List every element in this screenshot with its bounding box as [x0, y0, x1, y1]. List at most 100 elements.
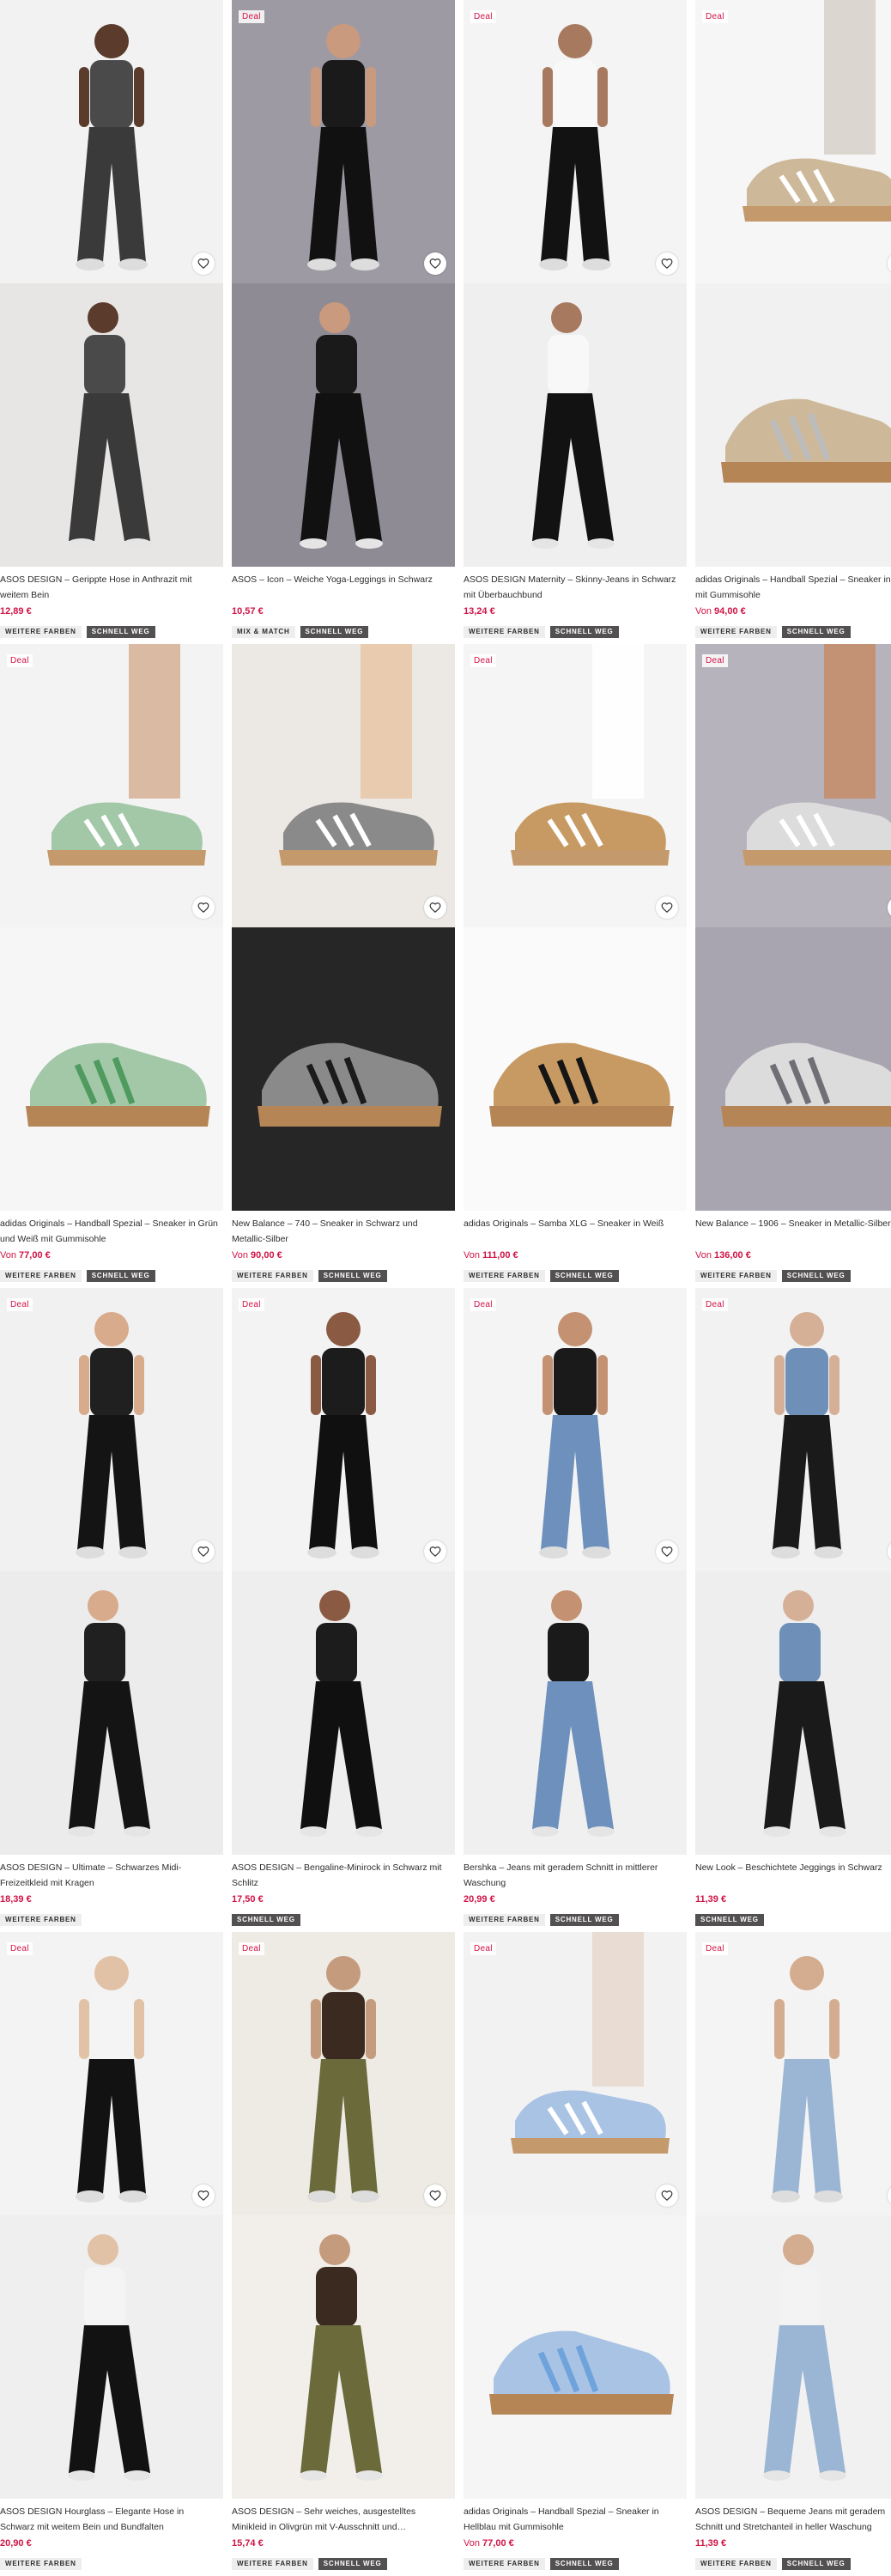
product-title[interactable]: New Look – Beschichtete Jeggings in Schw…: [695, 1860, 891, 1891]
product-image[interactable]: Deal: [464, 1932, 687, 2499]
product-image[interactable]: Deal: [695, 0, 891, 567]
product-card[interactable]: Deal ASOS DESIGN – Sehr weiches, ausgeste…: [232, 1932, 455, 2570]
product-image[interactable]: Deal: [695, 1288, 891, 1855]
product-image[interactable]: [232, 644, 455, 1211]
product-title[interactable]: ASOS DESIGN – Bengaline-Minirock in Schw…: [232, 1860, 455, 1891]
product-card[interactable]: Deal adidas Originals – Handball Spezial …: [0, 644, 223, 1282]
product-tag: WEITERE FARBEN: [0, 2558, 82, 2570]
product-title[interactable]: ASOS DESIGN Hourglass – Elegante Hose in…: [0, 2504, 223, 2535]
save-for-later-button[interactable]: [656, 252, 678, 275]
product-card[interactable]: Deal ASOS DESIGN – Ultimate – Schwarzes M…: [0, 1288, 223, 1926]
product-tag: SCHNELL WEG: [695, 1914, 764, 1926]
product-card[interactable]: Deal ASOS DESIGN Maternity – Skinny-Jeans…: [464, 0, 687, 638]
product-price: Von 136,00 €: [695, 1250, 891, 1264]
product-price: Von 94,00 €: [695, 606, 891, 620]
product-image[interactable]: [0, 0, 223, 567]
product-image[interactable]: Deal: [232, 0, 455, 567]
deal-badge: Deal: [702, 1298, 728, 1311]
product-tags: WEITERE FARBEN SCHNELL WEG: [695, 626, 891, 638]
price-value: 17,50 €: [232, 1894, 264, 1905]
product-title[interactable]: ASOS DESIGN – Gerippte Hose in Anthrazit…: [0, 572, 223, 603]
save-for-later-button[interactable]: [424, 1540, 446, 1563]
save-for-later-button[interactable]: [192, 896, 215, 919]
product-card[interactable]: Deal ASOS – Icon – Weiche Yoga-Leggings i…: [232, 0, 455, 638]
product-title[interactable]: ASOS DESIGN – Ultimate – Schwarzes Midi-…: [0, 1860, 223, 1891]
deal-badge: Deal: [702, 654, 728, 667]
deal-badge: Deal: [702, 1942, 728, 1955]
product-tag: WEITERE FARBEN: [0, 1270, 82, 1282]
product-title[interactable]: adidas Originals – Handball Spezial – Sn…: [0, 1216, 223, 1247]
save-for-later-button[interactable]: [192, 252, 215, 275]
product-image[interactable]: Deal: [0, 1288, 223, 1855]
product-card[interactable]: Deal Bershka – Jeans mit geradem Schnitt …: [464, 1288, 687, 1926]
product-tag: SCHNELL WEG: [549, 1270, 619, 1282]
product-price: 15,74 €: [232, 2538, 455, 2552]
product-price: 18,39 €: [0, 1894, 223, 1908]
product-title[interactable]: Bershka – Jeans mit geradem Schnitt in m…: [464, 1860, 687, 1891]
product-tag: SCHNELL WEG: [549, 1914, 619, 1926]
product-tag: SCHNELL WEG: [549, 2558, 619, 2570]
save-for-later-button[interactable]: [192, 1540, 215, 1563]
product-tags: WEITERE FARBEN SCHNELL WEG: [464, 626, 687, 638]
heart-icon: [429, 258, 441, 270]
price-value: 20,90 €: [0, 2538, 32, 2549]
product-tag: SCHNELL WEG: [300, 626, 369, 638]
product-image[interactable]: Deal: [695, 1932, 891, 2499]
save-for-later-button[interactable]: [424, 2184, 446, 2207]
product-tag: WEITERE FARBEN: [695, 1270, 777, 1282]
product-tags: WEITERE FARBEN: [0, 1914, 223, 1926]
product-card[interactable]: Deal ASOS DESIGN – Bequeme Jeans mit gera…: [695, 1932, 891, 2570]
product-image[interactable]: Deal: [0, 1932, 223, 2499]
product-image[interactable]: Deal: [232, 1288, 455, 1855]
product-image[interactable]: Deal: [232, 1932, 455, 2499]
product-title[interactable]: adidas Originals – Samba XLG – Sneaker i…: [464, 1216, 687, 1247]
product-tags: MIX & MATCH SCHNELL WEG: [232, 626, 455, 638]
product-card[interactable]: Deal ASOS DESIGN Hourglass – Elegante Hos…: [0, 1932, 223, 2570]
deal-badge: Deal: [470, 654, 496, 667]
product-card[interactable]: ASOS DESIGN – Gerippte Hose in Anthrazit…: [0, 0, 223, 638]
product-card[interactable]: Deal adidas Originals – Handball Spezial …: [464, 1932, 687, 2570]
product-price: Von 77,00 €: [0, 1250, 223, 1264]
product-tag: SCHNELL WEG: [781, 2558, 851, 2570]
price-value: 11,39 €: [695, 2538, 727, 2549]
product-price: Von 90,00 €: [232, 1250, 455, 1264]
product-card[interactable]: Deal adidas Originals – Handball Spezial …: [695, 0, 891, 638]
product-card[interactable]: Deal adidas Originals – Samba XLG – Sneak…: [464, 644, 687, 1282]
heart-icon: [197, 258, 209, 270]
product-title[interactable]: adidas Originals – Handball Spezial – Sn…: [695, 572, 891, 603]
save-for-later-button[interactable]: [424, 252, 446, 275]
save-for-later-button[interactable]: [424, 896, 446, 919]
product-card[interactable]: New Balance – 740 – Sneaker in Schwarz u…: [232, 644, 455, 1282]
product-image[interactable]: Deal: [695, 644, 891, 1211]
save-for-later-button[interactable]: [656, 896, 678, 919]
product-title[interactable]: ASOS DESIGN – Bequeme Jeans mit geradem …: [695, 2504, 891, 2535]
product-tags: WEITERE FARBEN SCHNELL WEG: [695, 2558, 891, 2570]
deal-badge: Deal: [702, 10, 728, 23]
product-title[interactable]: New Balance – 740 – Sneaker in Schwarz u…: [232, 1216, 455, 1247]
product-card[interactable]: Deal ASOS DESIGN – Bengaline-Minirock in …: [232, 1288, 455, 1926]
price-value: 18,39 €: [0, 1894, 32, 1905]
product-title[interactable]: adidas Originals – Handball Spezial – Sn…: [464, 2504, 687, 2535]
product-image[interactable]: Deal: [464, 0, 687, 567]
product-card[interactable]: Deal New Look – Beschichtete Jeggings in …: [695, 1288, 891, 1926]
price-prefix: Von: [0, 1250, 20, 1261]
product-tag: WEITERE FARBEN: [232, 2558, 313, 2570]
product-title[interactable]: New Balance – 1906 – Sneaker in Metallic…: [695, 1216, 891, 1247]
save-for-later-button[interactable]: [656, 2184, 678, 2207]
product-tag: MIX & MATCH: [232, 626, 295, 638]
product-title[interactable]: ASOS DESIGN Maternity – Skinny-Jeans in …: [464, 572, 687, 603]
heart-icon: [661, 902, 673, 914]
product-image[interactable]: Deal: [464, 644, 687, 1211]
product-image[interactable]: Deal: [0, 644, 223, 1211]
price-value: 90,00 €: [251, 1250, 282, 1261]
price-value: 77,00 €: [19, 1250, 51, 1261]
product-price: 20,90 €: [0, 2538, 223, 2552]
product-title[interactable]: ASOS – Icon – Weiche Yoga-Leggings in Sc…: [232, 572, 455, 603]
product-price: 12,89 €: [0, 606, 223, 620]
product-tags: WEITERE FARBEN SCHNELL WEG: [464, 1270, 687, 1282]
save-for-later-button[interactable]: [656, 1540, 678, 1563]
product-image[interactable]: Deal: [464, 1288, 687, 1855]
product-card[interactable]: Deal New Balance – 1906 – Sneaker in Meta…: [695, 644, 891, 1282]
product-title[interactable]: ASOS DESIGN – Sehr weiches, ausgestellte…: [232, 2504, 455, 2535]
save-for-later-button[interactable]: [192, 2184, 215, 2207]
